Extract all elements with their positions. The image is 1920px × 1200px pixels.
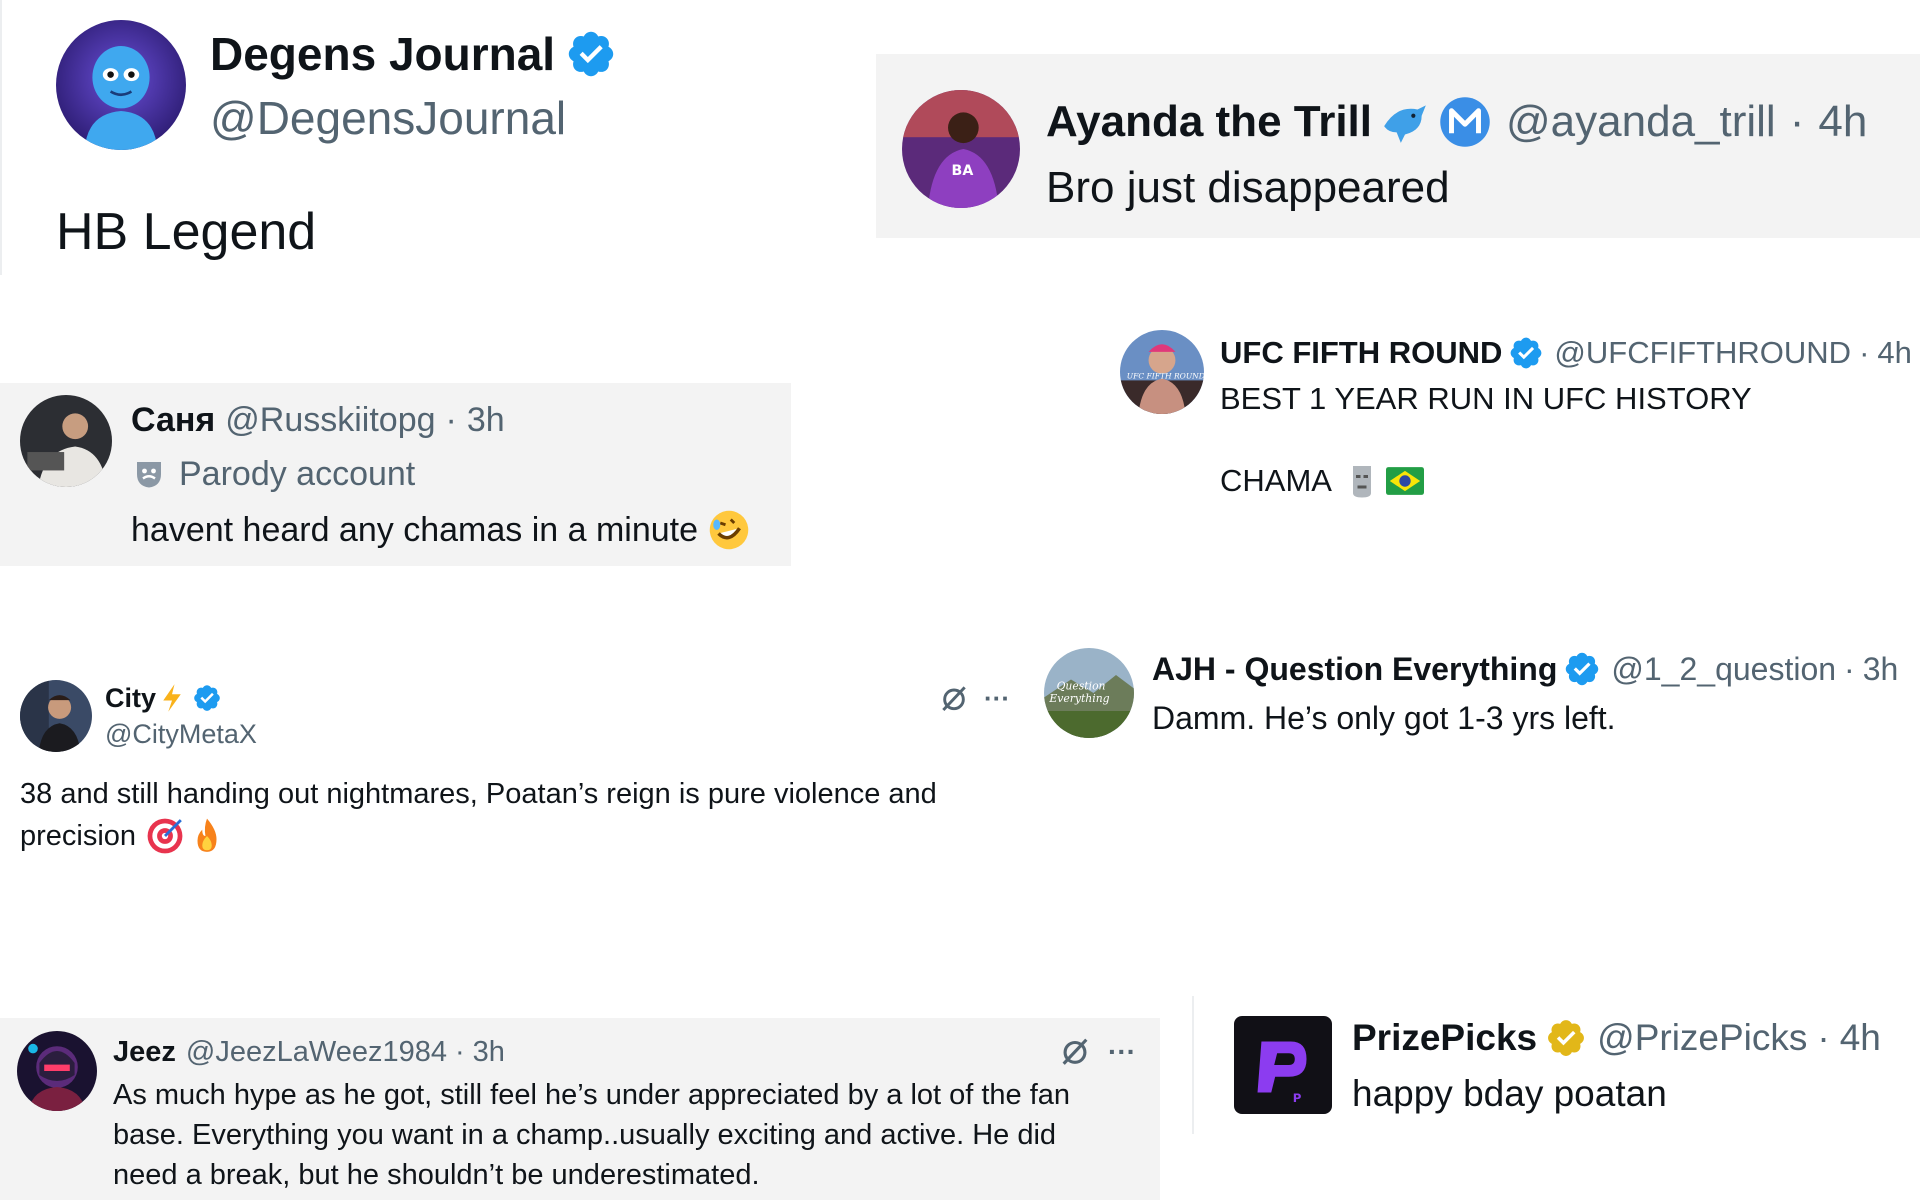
lightning-emoji-icon <box>158 683 186 713</box>
display-name[interactable]: PrizePicks <box>1352 1017 1537 1059</box>
user-handle[interactable]: @PrizePicks <box>1597 1017 1807 1059</box>
user-handle[interactable]: @DegensJournal <box>210 91 566 145</box>
verified-blue-icon <box>1508 335 1544 371</box>
avatar[interactable]: P <box>1234 1016 1332 1114</box>
avatar[interactable] <box>17 1031 97 1111</box>
tweet-text: happy bday poatan <box>1352 1073 1667 1114</box>
user-handle[interactable]: @UFCFIFTHROUND <box>1554 335 1851 371</box>
verified-blue-icon <box>1563 650 1601 688</box>
tweet-card-sanya: Саня @Russkiitopg · 3h Parody account ha… <box>0 383 791 566</box>
tweet-card-city: City @CityMetaX ··· 38 and still handing… <box>0 660 1030 870</box>
target-emoji-icon <box>146 817 184 855</box>
brazil-flag-icon <box>1385 467 1424 495</box>
tweet-text: HB Legend <box>56 203 317 261</box>
timestamp[interactable]: 3h <box>467 401 505 440</box>
user-handle[interactable]: @ayanda_trill <box>1506 97 1776 147</box>
timestamp[interactable]: 3h <box>1863 651 1899 688</box>
timestamp[interactable]: 4h <box>1840 1017 1881 1059</box>
timestamp[interactable]: 4h <box>1877 335 1911 371</box>
mask-icon <box>131 456 167 492</box>
user-handle[interactable]: @Russkiitopg <box>225 401 435 440</box>
timestamp[interactable]: 4h <box>1818 97 1867 147</box>
tweet-card-degens-journal: Degens Journal @DegensJournal HB Legend <box>0 0 640 275</box>
grok-icon[interactable] <box>1058 1034 1092 1068</box>
verified-blue-icon <box>565 28 617 80</box>
avatar[interactable]: BA <box>902 90 1020 208</box>
separator-dot: · <box>1844 650 1855 687</box>
tweet-card-ufc-fifth-round: UFC FIFTH ROUND UFC FIFTH ROUND @UFCFIFT… <box>1110 320 1920 520</box>
tweet-text-line-1: 38 and still handing out nightmares, Poa… <box>20 777 937 810</box>
separator-dot: · <box>1817 1017 1830 1058</box>
logo-letter: P <box>1293 1091 1302 1105</box>
tweet-text: Bro just disappeared <box>1046 163 1450 212</box>
tweet-card-jeez: Jeez @JeezLaWeez1984 · 3h ··· As much hy… <box>0 1018 1160 1200</box>
tweet-text: Damm. He’s only got 1-3 yrs left. <box>1152 699 1616 736</box>
separator-dot: · <box>1859 335 1870 370</box>
avatar-logo-text-2: Everything <box>1048 692 1109 705</box>
moai-emoji-icon <box>1346 463 1378 499</box>
avatar[interactable]: UFC FIFTH ROUND <box>1120 330 1204 414</box>
separator-dot: · <box>445 400 457 439</box>
more-options-button[interactable]: ··· <box>1108 1036 1136 1068</box>
m-circle-icon <box>1438 95 1492 149</box>
avatar[interactable] <box>20 395 112 487</box>
display-name[interactable]: Jeez <box>113 1036 176 1069</box>
timestamp[interactable]: 3h <box>473 1036 505 1069</box>
rofl-emoji-icon <box>708 509 750 551</box>
display-name[interactable]: City <box>105 683 156 714</box>
display-name[interactable]: UFC FIFTH ROUND <box>1220 335 1502 371</box>
dolphin-emoji-icon <box>1378 97 1432 147</box>
avatar-logo-text: UFC FIFTH ROUND <box>1127 372 1204 381</box>
user-handle[interactable]: @1_2_question <box>1611 651 1836 688</box>
more-options-button[interactable]: ··· <box>984 683 1010 714</box>
grok-icon[interactable] <box>938 682 970 714</box>
tweet-text: havent heard any chamas in a minute <box>131 510 699 549</box>
display-name[interactable]: Degens Journal <box>210 27 555 81</box>
display-name[interactable]: Ayanda the Trill <box>1046 97 1372 147</box>
verified-blue-icon <box>192 683 222 713</box>
tweet-text-line-2: precision <box>20 819 137 852</box>
avatar-logo-text-1: Question <box>1057 679 1106 692</box>
display-name[interactable]: Саня <box>131 401 215 440</box>
verified-gold-icon <box>1545 1017 1587 1059</box>
avatar[interactable] <box>20 680 92 752</box>
tweet-card-ayanda: BA Ayanda the Trill @ayanda_trill · 4h B… <box>876 54 1920 238</box>
display-name[interactable]: AJH - Question Everything <box>1152 651 1557 688</box>
separator-dot: · <box>454 1035 465 1068</box>
tweet-text-line-1: As much hype as he got, still feel he’s … <box>113 1078 1071 1111</box>
tweet-card-prizepicks: P PrizePicks @PrizePicks · 4h happy bday… <box>1192 996 1920 1134</box>
tweet-text-line-2: CHAMA <box>1220 463 1332 498</box>
avatar[interactable] <box>56 20 186 150</box>
avatar[interactable]: Question Everything <box>1044 648 1134 738</box>
parody-label: Parody account <box>179 454 416 493</box>
svg-text:BA: BA <box>952 163 974 179</box>
user-handle[interactable]: @CityMetaX <box>105 719 257 750</box>
fire-emoji-icon <box>188 817 226 855</box>
tweet-text-line-2: base. Everything you want in a champ..us… <box>113 1118 1057 1151</box>
user-handle[interactable]: @JeezLaWeez1984 <box>186 1036 447 1069</box>
tweet-card-ajh: Question Everything AJH - Question Every… <box>1040 640 1920 760</box>
separator-dot: · <box>1789 97 1805 146</box>
tweet-text-line-1: BEST 1 YEAR RUN IN UFC HISTORY <box>1220 381 1752 416</box>
tweet-text-line-3: need a break, but he shouldn’t be undere… <box>113 1158 760 1191</box>
